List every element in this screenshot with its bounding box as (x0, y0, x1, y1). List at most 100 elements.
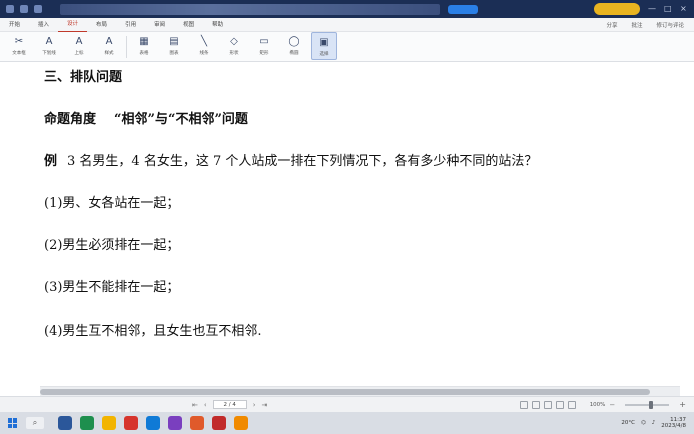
save-icon[interactable] (20, 5, 28, 13)
font-a-icon: A (75, 36, 83, 47)
outline-view-icon[interactable] (555, 400, 564, 409)
taskbar-app-icon[interactable] (168, 416, 182, 430)
ribbon-label: 上标 (74, 51, 84, 56)
menu-share[interactable]: 分享 (606, 21, 617, 29)
example-line: 例 3 名男生，4 名女生，这 7 个人站成一排在下列情况下，各有多少种不同的站法… (44, 150, 537, 169)
select-icon: ▣ (319, 37, 329, 48)
ribbon-label: 矩形 (259, 51, 269, 56)
zoom-in-icon[interactable]: + (679, 400, 686, 409)
page-view-icon[interactable] (531, 400, 540, 409)
ribbon-button-ellipse[interactable]: ◯ 椭圆 (281, 32, 307, 60)
zoom-level[interactable]: 100% (590, 402, 606, 408)
undo-icon[interactable] (34, 5, 42, 13)
line-icon: ╲ (200, 36, 208, 47)
document-page[interactable]: 三、排队问题 命题角度 “相邻”与“不相邻”问题 例 3 名男生，4 名女生，这 7… (0, 62, 694, 386)
page-indicator[interactable]: 2 / 4 (212, 400, 247, 409)
ribbon-label: 下划线 (42, 51, 56, 56)
question-item-2: (2)男生必须排在一起； (44, 238, 180, 253)
app-icon[interactable] (6, 5, 14, 13)
title-bar: — □ × (0, 0, 694, 18)
zoom-slider-knob[interactable] (649, 400, 654, 409)
taskbar-app-icon[interactable] (234, 416, 248, 430)
quick-access-toolbar (0, 5, 42, 13)
scrollbar-thumb[interactable] (40, 389, 650, 395)
font-a-icon: A (45, 36, 53, 47)
ribbon-button-table[interactable]: ▦ 表格 (131, 32, 157, 60)
zoom-slider[interactable] (625, 400, 670, 409)
font-a-icon: A (105, 36, 113, 47)
example-label: 例 (44, 154, 58, 169)
ribbon-label: 形状 (229, 51, 239, 56)
ribbon-label: 线条 (199, 51, 209, 56)
login-button[interactable] (594, 3, 640, 15)
maximize-icon[interactable]: □ (664, 5, 672, 13)
menu-tab-home[interactable]: 开始 (0, 18, 29, 32)
section-heading: 三、排队问题 (44, 70, 123, 85)
ribbon-button-rectangle[interactable]: ▭ 矩形 (251, 32, 277, 60)
topic-line: 命题角度 “相邻”与“不相邻”问题 (44, 108, 248, 127)
first-page-icon[interactable]: ⇤ (192, 401, 198, 409)
ribbon-label: 选择 (319, 52, 329, 57)
ribbon-divider (126, 36, 127, 58)
focus-view-icon[interactable] (567, 400, 576, 409)
prev-page-icon[interactable]: ‹ (204, 401, 207, 409)
menu-comments[interactable]: 批注 (631, 21, 642, 29)
ribbon-label: 图表 (169, 51, 179, 56)
clock-date: 2023/4/8 (661, 423, 686, 429)
weather-text[interactable]: 20°C (621, 420, 635, 426)
example-text: 3 名男生，4 名女生，这 7 个人站成一排在下列情况下，各有多少种不同的站法？ (67, 154, 538, 169)
next-page-icon[interactable]: › (253, 401, 256, 409)
taskbar-app-icon[interactable] (212, 416, 226, 430)
read-view-icon[interactable] (519, 400, 528, 409)
ellipse-icon: ◯ (288, 36, 300, 47)
ribbon-button-shape[interactable]: ◇ 形状 (221, 32, 247, 60)
menu-tab-layout[interactable]: 布局 (87, 18, 116, 32)
ribbon-button-line[interactable]: ╲ 线条 (191, 32, 217, 60)
menu-tab-review[interactable]: 审阅 (145, 18, 174, 32)
zoom-out-icon[interactable]: − (609, 401, 615, 409)
textbox-icon: ✂ (14, 36, 24, 47)
taskbar-app-icon[interactable] (146, 416, 160, 430)
start-button[interactable] (8, 418, 18, 428)
last-page-icon[interactable]: ⇥ (262, 401, 268, 409)
taskbar-app-icon[interactable] (102, 416, 116, 430)
taskbar-app-icon[interactable] (124, 416, 138, 430)
volume-icon[interactable]: ♪ (652, 420, 656, 426)
taskbar-app-icon[interactable] (190, 416, 204, 430)
topic-text: “相邻”与“不相邻”问题 (114, 112, 248, 127)
menu-tab-help[interactable]: 帮助 (203, 18, 232, 32)
menu-bar: 开始 插入 设计 布局 引用 审阅 视图 帮助 分享 批注 修订与评论 (0, 18, 694, 32)
taskbar-apps (58, 416, 248, 430)
minimize-icon[interactable]: — (648, 5, 656, 13)
view-mode-buttons: 100% − + (519, 400, 694, 409)
rectangle-icon: ▭ (259, 36, 269, 47)
ribbon-button-style[interactable]: A 样式 (96, 32, 122, 60)
menu-track-changes[interactable]: 修订与评论 (656, 21, 684, 29)
window-title (60, 3, 440, 15)
menu-tab-insert[interactable]: 插入 (29, 18, 58, 32)
ribbon-button-underline[interactable]: A 下划线 (36, 32, 62, 60)
ribbon-button-textbox[interactable]: ✂ 文本框 (6, 32, 32, 60)
horizontal-scrollbar[interactable] (40, 386, 680, 396)
clock[interactable]: 11:37 2023/4/8 (661, 417, 686, 429)
menu-tab-design[interactable]: 设计 (58, 17, 88, 32)
taskbar-app-icon[interactable] (80, 416, 94, 430)
taskbar-app-icon[interactable] (58, 416, 72, 430)
ribbon-label: 椭圆 (289, 51, 299, 56)
menu-tab-references[interactable]: 引用 (116, 18, 145, 32)
chart-icon: ▤ (169, 36, 179, 47)
system-tray: 20°C ⌬ ♪ 11:37 2023/4/8 (621, 417, 694, 429)
share-button[interactable] (448, 4, 478, 14)
close-icon[interactable]: × (680, 5, 688, 13)
network-icon[interactable]: ⌬ (641, 420, 646, 426)
question-item-4: (4)男生互不相邻，且女生也互不相邻. (44, 324, 262, 339)
ribbon-button-superscript[interactable]: A 上标 (66, 32, 92, 60)
ribbon-button-select[interactable]: ▣ 选择 (311, 32, 337, 60)
status-bar: ⇤ ‹ 2 / 4 › ⇥ 100% − + (0, 396, 694, 412)
table-icon: ▦ (139, 36, 149, 47)
menu-tab-view[interactable]: 视图 (174, 18, 203, 32)
ribbon-label: 文本框 (12, 51, 26, 56)
web-view-icon[interactable] (543, 400, 552, 409)
ribbon-button-chart[interactable]: ▤ 图表 (161, 32, 187, 60)
search-icon[interactable]: ⌕ (26, 417, 44, 429)
